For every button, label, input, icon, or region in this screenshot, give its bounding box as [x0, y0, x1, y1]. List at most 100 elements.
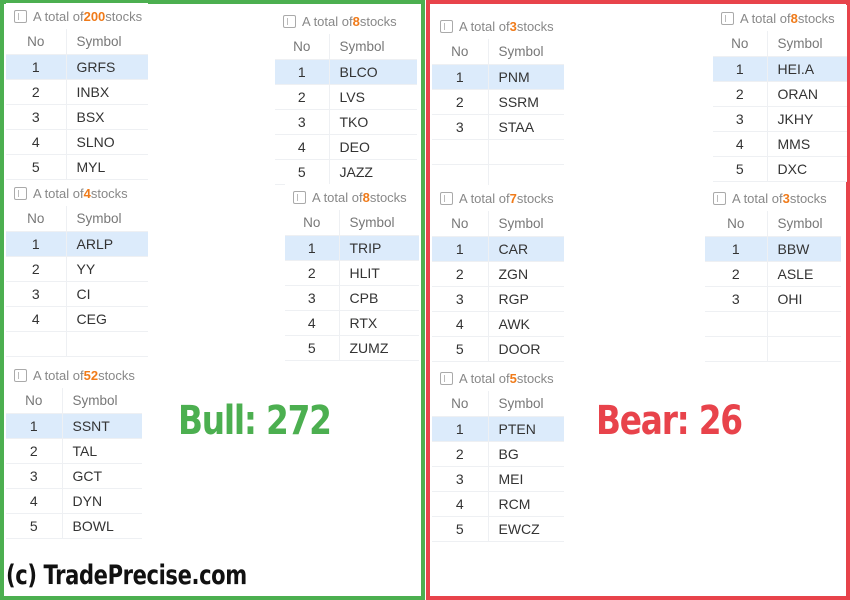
select-all-checkbox[interactable] [713, 191, 726, 205]
column-header-no[interactable]: No [713, 31, 768, 57]
column-header-no[interactable]: No [275, 34, 330, 60]
column-header-symbol[interactable]: Symbol [488, 39, 564, 65]
column-header-symbol[interactable]: Symbol [488, 211, 564, 237]
stock-symbol[interactable]: BSX [66, 104, 148, 130]
select-all-checkbox[interactable] [721, 11, 734, 25]
select-all-checkbox[interactable] [440, 19, 453, 33]
stock-symbol[interactable]: STAA [488, 114, 564, 140]
table-row[interactable]: 1 ARLP [6, 231, 148, 257]
select-all-checkbox[interactable] [440, 191, 453, 205]
table-row[interactable]: 4 AWK [432, 311, 564, 337]
table-row[interactable]: 4 DEO [275, 134, 417, 160]
stock-symbol[interactable]: TKO [329, 109, 417, 135]
table-row[interactable]: 3 MEI [432, 466, 564, 492]
column-header-symbol[interactable]: Symbol [767, 211, 841, 237]
table-row[interactable]: 2 ASLE [705, 261, 841, 287]
stock-symbol[interactable]: BBW [767, 236, 841, 262]
stock-symbol[interactable]: OHI [767, 286, 841, 312]
table-row[interactable]: 1 CAR [432, 236, 564, 262]
table-row[interactable]: 2 YY [6, 256, 148, 282]
stock-symbol[interactable]: DYN [62, 488, 142, 514]
table-row[interactable]: 1 HEI.A [713, 56, 847, 82]
table-row[interactable]: 3 OHI [705, 286, 841, 312]
table-row[interactable]: 1 BLCO [275, 59, 417, 85]
table-row[interactable]: 4 SLNO [6, 129, 148, 155]
column-header-symbol[interactable]: Symbol [329, 34, 417, 60]
stock-symbol[interactable]: CI [66, 281, 148, 307]
table-row[interactable]: 4 RTX [285, 310, 419, 336]
stock-symbol[interactable]: GRFS [66, 54, 148, 80]
table-row[interactable]: 4 DYN [6, 488, 142, 514]
table-row[interactable]: 3 GCT [6, 463, 142, 489]
table-row[interactable]: 3 RGP [432, 286, 564, 312]
stock-symbol[interactable]: CAR [488, 236, 564, 262]
table-row[interactable]: 3 STAA [432, 114, 564, 140]
table-row[interactable]: 5 DXC [713, 156, 847, 182]
stock-symbol[interactable]: HLIT [339, 260, 419, 286]
stock-symbol[interactable]: ZGN [488, 261, 564, 287]
stock-symbol[interactable]: ASLE [767, 261, 841, 287]
column-header-no[interactable]: No [432, 391, 489, 417]
stock-symbol[interactable]: TRIP [339, 235, 419, 261]
table-row[interactable]: 4 RCM [432, 491, 564, 517]
table-row[interactable]: 2 HLIT [285, 260, 419, 286]
stock-symbol[interactable]: SLNO [66, 129, 148, 155]
table-row[interactable]: 1 PTEN [432, 416, 564, 442]
table-row[interactable]: 4 MMS [713, 131, 847, 157]
select-all-checkbox[interactable] [440, 371, 453, 385]
table-row[interactable]: 5 MYL [6, 154, 148, 180]
column-header-no[interactable]: No [432, 39, 489, 65]
table-row[interactable]: 3 CPB [285, 285, 419, 311]
stock-symbol[interactable]: YY [66, 256, 148, 282]
stock-symbol[interactable]: DXC [767, 156, 847, 182]
table-row[interactable]: 5 EWCZ [432, 516, 564, 542]
table-row[interactable]: 5 DOOR [432, 336, 564, 362]
stock-symbol[interactable]: GCT [62, 463, 142, 489]
table-row[interactable]: 5 JAZZ [275, 159, 417, 185]
column-header-symbol[interactable]: Symbol [767, 31, 847, 57]
table-row[interactable]: 2 BG [432, 441, 564, 467]
column-header-no[interactable]: No [432, 211, 489, 237]
table-row[interactable]: 1 BBW [705, 236, 841, 262]
table-row[interactable]: 5 BOWL [6, 513, 142, 539]
select-all-checkbox[interactable] [14, 186, 27, 200]
column-header-no[interactable]: No [6, 29, 67, 55]
table-row[interactable]: 3 JKHY [713, 106, 847, 132]
stock-symbol[interactable]: CPB [339, 285, 419, 311]
stock-symbol[interactable]: SSRM [488, 89, 564, 115]
stock-symbol[interactable]: RCM [488, 491, 564, 517]
stock-symbol[interactable]: RGP [488, 286, 564, 312]
column-header-symbol[interactable]: Symbol [66, 29, 148, 55]
stock-symbol[interactable]: BLCO [329, 59, 417, 85]
select-all-checkbox[interactable] [14, 368, 27, 382]
table-row[interactable]: 2 INBX [6, 79, 148, 105]
column-header-symbol[interactable]: Symbol [339, 210, 419, 236]
stock-symbol[interactable]: CEG [66, 306, 148, 332]
table-row[interactable]: 2 ZGN [432, 261, 564, 287]
select-all-checkbox[interactable] [283, 14, 296, 28]
table-row[interactable]: 3 TKO [275, 109, 417, 135]
stock-symbol[interactable]: INBX [66, 79, 148, 105]
table-row[interactable]: 1 SSNT [6, 413, 142, 439]
stock-symbol[interactable]: PNM [488, 64, 564, 90]
table-row[interactable]: 2 LVS [275, 84, 417, 110]
stock-symbol[interactable]: ZUMZ [339, 335, 419, 361]
select-all-checkbox[interactable] [14, 9, 27, 23]
stock-symbol[interactable]: JAZZ [329, 159, 417, 185]
table-row[interactable]: 2 TAL [6, 438, 142, 464]
stock-symbol[interactable]: JKHY [767, 106, 847, 132]
table-row[interactable]: 1 GRFS [6, 54, 148, 80]
stock-symbol[interactable]: ORAN [767, 81, 847, 107]
stock-symbol[interactable]: SSNT [62, 413, 142, 439]
stock-symbol[interactable]: TAL [62, 438, 142, 464]
stock-symbol[interactable]: EWCZ [488, 516, 564, 542]
table-row[interactable]: 1 PNM [432, 64, 564, 90]
stock-symbol[interactable]: MEI [488, 466, 564, 492]
table-row[interactable]: 3 CI [6, 281, 148, 307]
stock-symbol[interactable]: MYL [66, 154, 148, 180]
stock-symbol[interactable]: DOOR [488, 336, 564, 362]
stock-symbol[interactable]: PTEN [488, 416, 564, 442]
stock-symbol[interactable]: HEI.A [767, 56, 847, 82]
stock-symbol[interactable]: DEO [329, 134, 417, 160]
stock-symbol[interactable]: AWK [488, 311, 564, 337]
